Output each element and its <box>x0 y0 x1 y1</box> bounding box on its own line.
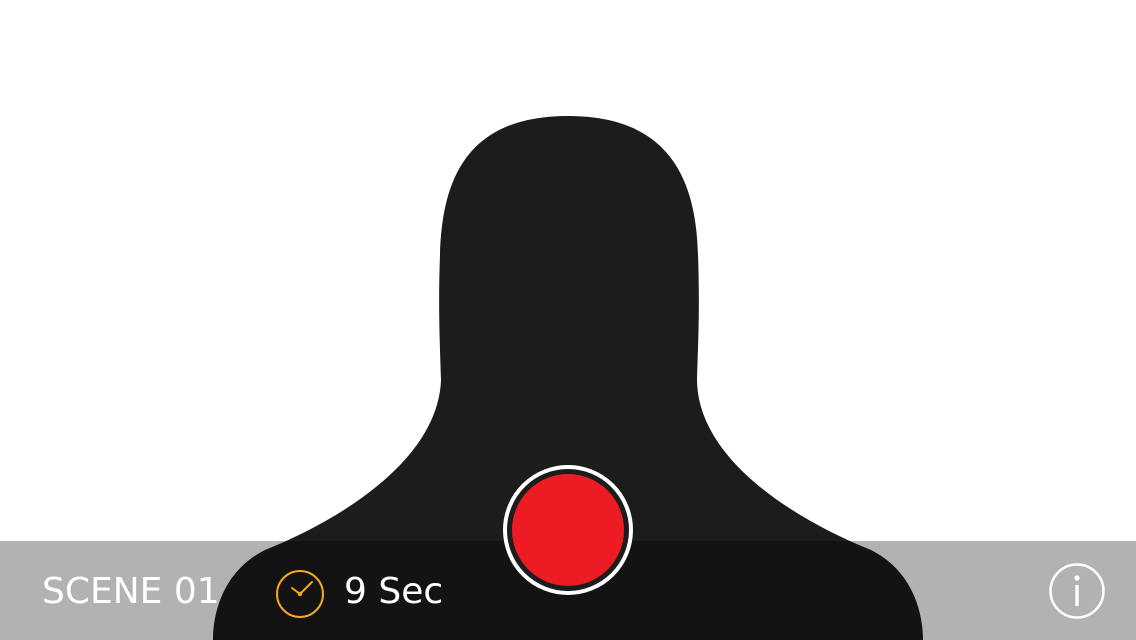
camera-stage: SCENE 01 9 Sec <box>0 0 1136 640</box>
duration-label: 9 Sec <box>344 571 444 612</box>
scene-label: SCENE 01 <box>42 571 220 612</box>
record-icon <box>503 465 633 595</box>
info-button[interactable] <box>1048 562 1106 620</box>
info-icon <box>1049 563 1105 619</box>
clock-icon <box>276 570 324 618</box>
record-button[interactable] <box>502 464 634 596</box>
